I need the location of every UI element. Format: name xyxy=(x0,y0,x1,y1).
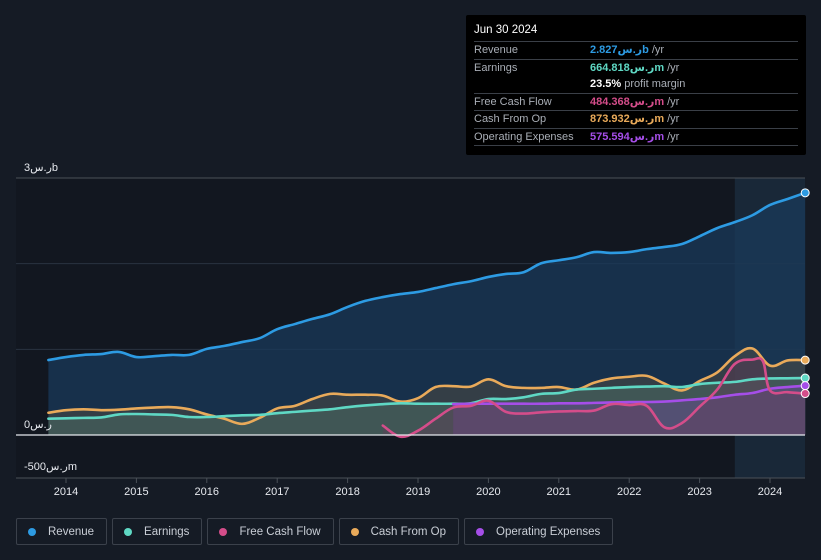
x-tick-label: 2023 xyxy=(687,486,711,498)
endpoint-cash-from-op xyxy=(800,355,810,365)
legend-label: Cash From Op xyxy=(370,525,447,538)
legend-dot-icon xyxy=(124,527,133,536)
tooltip-label xyxy=(474,76,590,93)
tooltip-row-profit-margin: 23.5% profit margin xyxy=(474,76,798,94)
legend-item-earnings[interactable]: Earnings xyxy=(112,518,203,545)
tooltip-row-free-cash-flow: Free Cash Flow 484.368ر.سm /yr xyxy=(474,94,798,111)
x-tick-label: 2016 xyxy=(195,486,219,498)
tooltip-label: Earnings xyxy=(474,61,518,74)
legend-item-free-cash-flow[interactable]: Free Cash Flow xyxy=(207,518,334,545)
y-tick-label: -500ر.سm xyxy=(24,461,77,473)
legend-dot-icon xyxy=(476,527,485,536)
x-tick-label: 2024 xyxy=(758,486,782,498)
legend-dot-icon xyxy=(28,527,36,536)
x-tick-label: 2015 xyxy=(124,486,148,498)
tooltip-label: Operating Expenses xyxy=(474,130,574,143)
endpoint-free-cash-flow xyxy=(800,389,810,399)
tooltip-value: 575.594ر.سm xyxy=(590,130,665,143)
tooltip-value: 664.818ر.سm xyxy=(590,61,665,74)
tooltip-unit: /yr xyxy=(667,113,680,125)
tooltip-date: Jun 30 2024 xyxy=(474,22,798,42)
legend-item-operating-expenses[interactable]: Operating Expenses xyxy=(464,518,614,545)
endpoint-earnings xyxy=(800,373,810,383)
profit-margin-value: 23.5% xyxy=(590,78,622,90)
x-tick-label: 2019 xyxy=(406,486,430,498)
tooltip-row-earnings: Earnings 664.818ر.سm /yr xyxy=(474,60,798,77)
legend-item-cash-from-op[interactable]: Cash From Op xyxy=(338,518,460,545)
x-tick-label: 2020 xyxy=(476,486,500,498)
tooltip-row-operating-expenses: Operating Expenses 575.594ر.سm /yr xyxy=(474,129,798,146)
tooltip-row-cash-from-op: Cash From Op 873.932ر.سm /yr xyxy=(474,111,798,129)
tooltip-unit: /yr xyxy=(667,130,680,143)
tooltip-panel: Jun 30 2024 Revenue 2.827ر.سb /yr Earnin… xyxy=(466,15,806,155)
legend-label: Earnings xyxy=(144,525,190,538)
tooltip-label: Cash From Op xyxy=(474,113,547,125)
tooltip-unit: /yr xyxy=(667,61,680,74)
tooltip-label: Free Cash Flow xyxy=(474,95,552,108)
legend: Revenue Earnings Free Cash Flow Cash Fro… xyxy=(16,518,614,545)
x-tick-label: 2017 xyxy=(265,486,289,498)
tooltip-row-revenue: Revenue 2.827ر.سb /yr xyxy=(474,42,798,60)
tooltip-value: 2.827ر.سb xyxy=(590,44,649,56)
endpoint-revenue xyxy=(800,188,810,198)
x-tick-label: 2021 xyxy=(547,486,571,498)
legend-label: Free Cash Flow xyxy=(239,525,321,538)
x-tick-label: 2018 xyxy=(335,486,359,498)
legend-item-revenue[interactable]: Revenue xyxy=(16,518,108,545)
profit-margin-text: profit margin xyxy=(624,78,686,90)
endpoint-operating-expenses xyxy=(800,381,810,391)
legend-dot-icon xyxy=(219,527,228,536)
tooltip-unit: /yr xyxy=(651,44,665,56)
tooltip-value: 873.932ر.سm xyxy=(590,113,665,125)
legend-label: Revenue xyxy=(48,525,95,538)
y-tick-label: 3ر.سb xyxy=(24,162,58,174)
legend-dot-icon xyxy=(350,527,359,536)
x-tick-label: 2022 xyxy=(617,486,641,498)
tooltip-unit: /yr xyxy=(667,95,680,108)
y-tick-label: 0ر.س xyxy=(24,419,52,431)
x-tick-label: 2014 xyxy=(54,486,78,498)
legend-label: Operating Expenses xyxy=(496,525,601,538)
tooltip-value: 484.368ر.سm xyxy=(590,95,665,108)
tooltip-label: Revenue xyxy=(474,44,519,56)
